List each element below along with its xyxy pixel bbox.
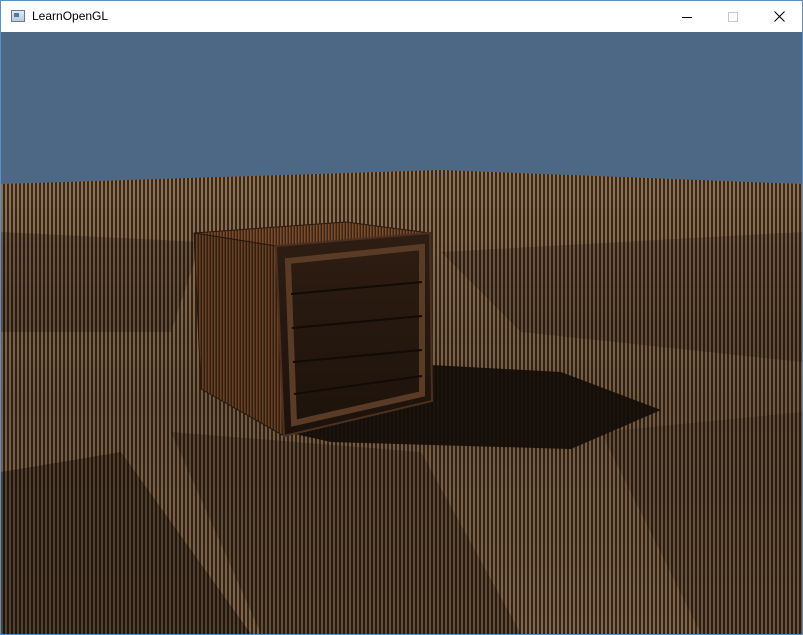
maximize-icon <box>728 11 738 22</box>
minimize-button[interactable] <box>664 1 710 32</box>
maximize-button <box>710 1 756 32</box>
app-window: LearnOpenGL <box>0 0 803 635</box>
rendered-scene <box>1 32 802 634</box>
window-title: LearnOpenGL <box>32 9 109 23</box>
title-bar[interactable]: LearnOpenGL <box>1 1 802 32</box>
close-icon <box>773 11 785 22</box>
opengl-render-viewport[interactable] <box>1 32 802 634</box>
minimize-icon <box>682 16 692 18</box>
crate-front-face <box>274 231 434 438</box>
app-window-icon <box>11 10 25 22</box>
close-button[interactable] <box>756 1 802 32</box>
